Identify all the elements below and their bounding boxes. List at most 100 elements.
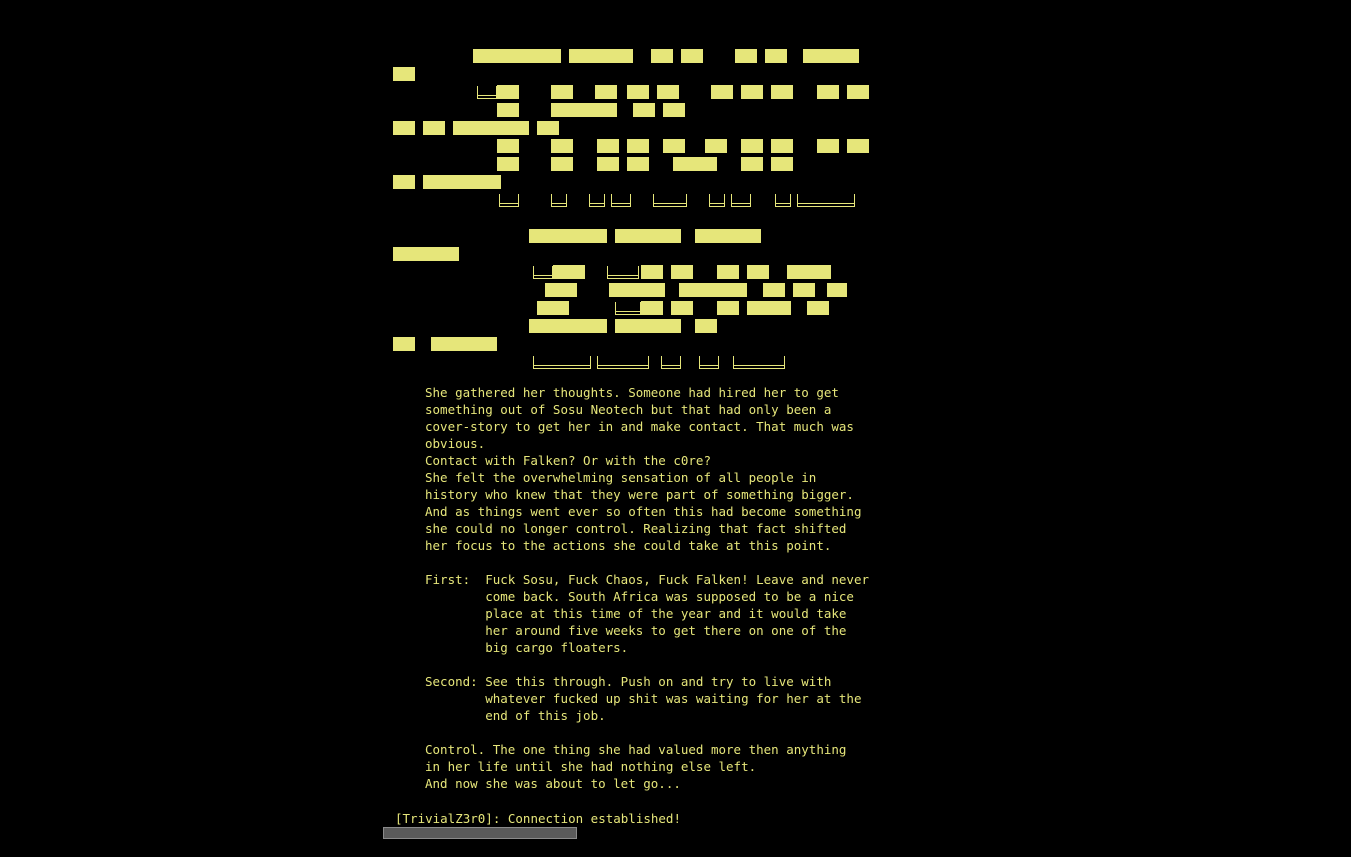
- banner-block: [551, 157, 573, 171]
- story-line: And now she was about to let go...: [425, 776, 681, 791]
- banner-block: [393, 175, 415, 189]
- banner-block: [393, 67, 415, 81]
- story-line: obvious.: [425, 436, 486, 451]
- banner-block: [807, 301, 829, 315]
- banner-frame: [597, 356, 649, 369]
- banner-block: [793, 283, 815, 297]
- banner-block: [827, 283, 847, 297]
- banner-block: [765, 49, 787, 63]
- banner-block: [537, 301, 569, 315]
- banner-frame: [615, 302, 641, 315]
- story-line: cover-story to get her in and make conta…: [425, 419, 854, 434]
- banner-block: [663, 139, 685, 153]
- banner-block: [741, 85, 763, 99]
- banner-block: [529, 319, 607, 333]
- banner-block: [817, 85, 839, 99]
- story-line: Control. The one thing she had valued mo…: [425, 742, 847, 757]
- banner-block: [597, 139, 619, 153]
- story-line: She felt the overwhelming sensation of a…: [425, 470, 817, 485]
- banner-frame: [731, 194, 751, 207]
- banner-frame: [699, 356, 719, 369]
- story-line: big cargo floaters.: [425, 640, 629, 655]
- story-line: end of this job.: [425, 708, 606, 723]
- banner-block: [651, 49, 673, 63]
- story-line: in her life until she had nothing else l…: [425, 759, 757, 774]
- banner-block: [671, 301, 693, 315]
- banner-block: [595, 85, 617, 99]
- banner-block: [569, 49, 633, 63]
- banner-block: [609, 283, 665, 297]
- banner-block: [497, 157, 519, 171]
- banner-block: [747, 265, 769, 279]
- banner-block: [771, 157, 793, 171]
- banner-frame: [589, 194, 605, 207]
- banner-block: [711, 85, 733, 99]
- banner-block: [551, 103, 617, 117]
- banner-block: [717, 301, 739, 315]
- banner-block: [705, 139, 727, 153]
- banner-frame: [533, 356, 591, 369]
- horizontal-scrollbar[interactable]: [383, 827, 577, 839]
- banner-block: [529, 229, 607, 243]
- banner-block: [847, 85, 869, 99]
- connection-status-message: [TrivialZ3r0]: Connection established!: [395, 811, 681, 826]
- story-line: Second: See this through. Push on and tr…: [425, 674, 832, 689]
- story-line: something out of Sosu Neotech but that h…: [425, 402, 832, 417]
- story-line: her focus to the actions she could take …: [425, 538, 832, 553]
- banner-block: [673, 157, 717, 171]
- banner-block: [615, 229, 681, 243]
- banner-block: [695, 319, 717, 333]
- banner-block: [423, 175, 501, 189]
- banner-block: [847, 139, 869, 153]
- banner-block: [717, 265, 739, 279]
- banner-frame: [607, 266, 639, 279]
- banner-block: [803, 49, 859, 63]
- banner-block: [679, 283, 747, 297]
- story-line: whatever fucked up shit was waiting for …: [425, 691, 862, 706]
- banner-block: [747, 301, 791, 315]
- banner-frame: [775, 194, 791, 207]
- story-line: First: Fuck Sosu, Fuck Chaos, Fuck Falke…: [425, 572, 870, 587]
- banner-block: [393, 337, 415, 351]
- banner-block: [473, 49, 561, 63]
- banner-block: [771, 139, 793, 153]
- banner-frame: [661, 356, 681, 369]
- banner-block: [627, 85, 649, 99]
- banner-block: [615, 319, 681, 333]
- banner-block: [453, 121, 529, 135]
- banner-block: [663, 103, 685, 117]
- banner-block: [641, 265, 663, 279]
- banner-frame: [797, 194, 855, 207]
- story-line: Contact with Falken? Or with the c0re?: [425, 453, 711, 468]
- banner-block: [741, 157, 763, 171]
- banner-block: [771, 85, 793, 99]
- story-line: And as things went ever so often this ha…: [425, 504, 862, 519]
- story-line: she could no longer control. Realizing t…: [425, 521, 847, 536]
- banner-block: [537, 121, 559, 135]
- story-line: history who knew that they were part of …: [425, 487, 854, 502]
- banner-frame: [709, 194, 725, 207]
- banner-block: [551, 139, 573, 153]
- banner-block: [551, 85, 573, 99]
- banner-block: [671, 265, 693, 279]
- banner-frame: [477, 86, 497, 99]
- terminal-screen: She gathered her thoughts. Someone had h…: [0, 0, 1351, 857]
- banner-frame: [733, 356, 785, 369]
- banner-block: [641, 301, 663, 315]
- banner-block: [627, 157, 649, 171]
- banner-block: [497, 139, 519, 153]
- banner-block: [423, 121, 445, 135]
- banner-frame: [551, 194, 567, 207]
- banner-block: [633, 103, 655, 117]
- banner-block: [431, 337, 497, 351]
- story-line: place at this time of the year and it wo…: [425, 606, 847, 621]
- banner-frame: [533, 266, 553, 279]
- banner-block: [497, 85, 519, 99]
- banner-block: [741, 139, 763, 153]
- banner-block: [763, 283, 785, 297]
- banner-block: [627, 139, 649, 153]
- banner-frame: [611, 194, 631, 207]
- banner-block: [497, 103, 519, 117]
- banner-block: [393, 247, 459, 261]
- banner-block: [681, 49, 703, 63]
